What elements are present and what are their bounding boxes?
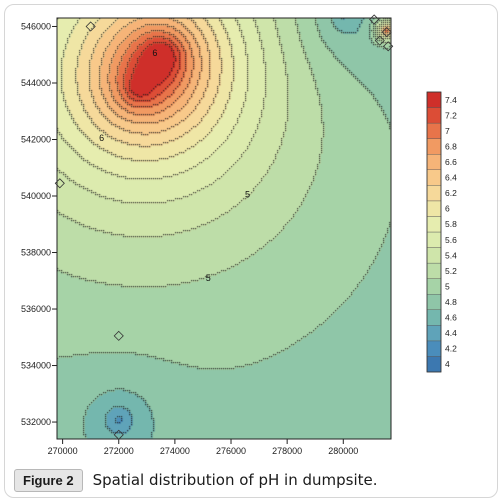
colorbar-swatch: [426, 138, 442, 155]
colorbar-swatch: [426, 356, 442, 373]
colorbar-label: 6: [445, 204, 450, 214]
colorbar-swatch: [426, 216, 442, 233]
y-tick-label: 540000: [21, 191, 51, 201]
colorbar-swatch: [426, 262, 442, 279]
x-tick-label: 280000: [328, 446, 358, 456]
x-tick-label: 274000: [160, 446, 190, 456]
colorbar-swatch: [426, 294, 442, 310]
y-tick-label: 532000: [21, 417, 51, 427]
colorbar-swatch: [426, 107, 442, 124]
colorbar-swatch: [426, 200, 442, 217]
colorbar-label: 4.2: [445, 344, 457, 354]
contour-label: 6: [99, 133, 104, 143]
y-tick-label: 538000: [21, 248, 51, 258]
y-tick-label: 534000: [21, 361, 51, 371]
figure-caption-text: Spatial distribution of pH in dumpsite.: [92, 471, 378, 489]
colorbar-swatch: [426, 278, 442, 295]
colorbar-label: 5.4: [445, 250, 457, 260]
colorbar-swatch: [426, 309, 442, 326]
y-tick-label: 546000: [21, 21, 51, 31]
colorbar-label: 6.4: [445, 173, 457, 183]
y-tick-label: 542000: [21, 134, 51, 144]
colorbar-swatch: [426, 185, 442, 202]
colorbar-label: 6.2: [445, 188, 457, 198]
x-tick-label: 278000: [272, 446, 302, 456]
x-tick-label: 276000: [216, 446, 246, 456]
colorbar-label: 4.6: [445, 313, 457, 323]
contour-fill: [57, 18, 391, 439]
colorbar-label: 7.4: [445, 95, 457, 105]
colorbar-swatch: [426, 340, 442, 357]
colorbar-label: 7: [445, 126, 450, 136]
colorbar-swatch: [426, 325, 442, 342]
colorbar-label: 5: [445, 281, 450, 291]
colorbar-swatch: [426, 231, 442, 248]
contour-label: 6: [152, 48, 157, 58]
colorbar-label: 4: [445, 359, 450, 369]
x-tick-label: 270000: [48, 446, 78, 456]
figure-label: Figure 2: [14, 468, 83, 492]
colorbar-label: 5.6: [445, 235, 457, 245]
colorbar-label: 6.6: [445, 157, 457, 167]
colorbar-label: 7.2: [445, 110, 457, 120]
contour-label: 5: [206, 273, 211, 283]
colorbar-label: 5.8: [445, 219, 457, 229]
colorbar-swatch: [426, 91, 442, 108]
contour-label: 5: [245, 189, 250, 199]
colorbar-swatch: [426, 154, 442, 170]
colorbar-label: 6.8: [445, 141, 457, 151]
colorbar-swatch: [426, 169, 442, 186]
colorbar-label: 4.8: [445, 297, 457, 307]
colorbar-swatch: [426, 122, 442, 139]
colorbar-swatch: [426, 247, 442, 264]
contour-chart: 270000 272000 274000 276000 278000 280000 5320…: [21, 14, 457, 456]
y-tick-label: 536000: [21, 304, 51, 314]
colorbar-label: 4.4: [445, 328, 457, 338]
figure-caption: Figure 2 Spatial distribution of pH in d…: [14, 466, 494, 494]
x-tick-label: 272000: [104, 446, 134, 456]
colorbar-label: 5.2: [445, 266, 457, 276]
y-tick-label: 544000: [21, 78, 51, 88]
